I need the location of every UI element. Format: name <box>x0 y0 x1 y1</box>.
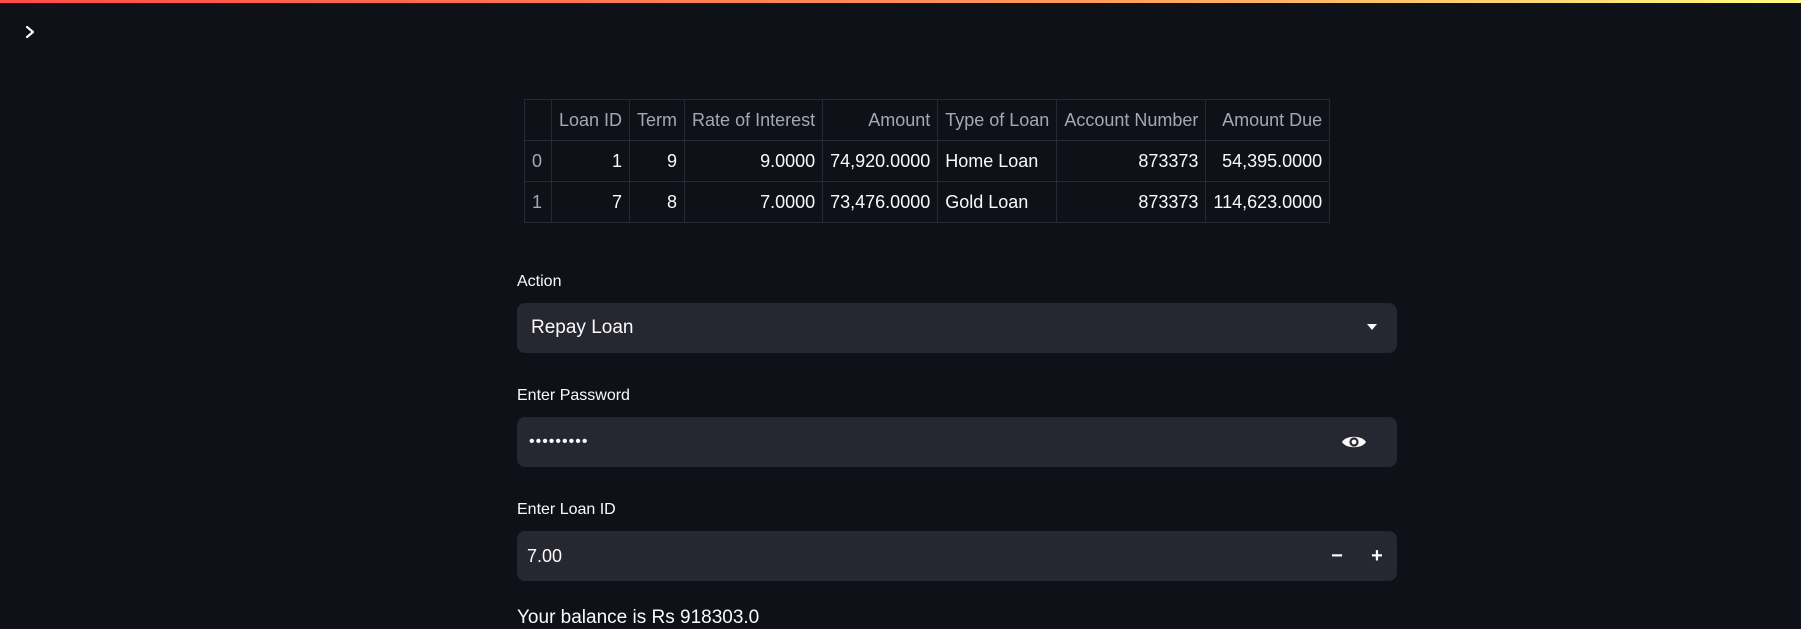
table-cell-amount-due: 54,395.0000 <box>1205 140 1331 182</box>
top-decoration-bar <box>0 0 1801 3</box>
table-cell-rate-of-interest: 7.0000 <box>684 181 824 223</box>
increment-button[interactable]: + <box>1357 531 1397 581</box>
loan-id-number-input[interactable]: 7.00 − + <box>517 531 1397 581</box>
column-header-amount-due[interactable]: Amount Due <box>1205 99 1331 141</box>
action-label: Action <box>517 273 562 290</box>
sidebar-toggle-button[interactable] <box>18 20 42 44</box>
balance-message: Your balance is Rs 918303.0 <box>517 607 760 628</box>
loan-id-value: 7.00 <box>527 545 563 566</box>
column-header-loan-id[interactable]: Loan ID <box>550 99 631 141</box>
password-field-value: ••••••••• <box>529 433 589 450</box>
column-header-term[interactable]: Term <box>629 99 686 141</box>
password-label: Enter Password <box>517 387 630 404</box>
table-cell-amount: 73,476.0000 <box>822 181 939 223</box>
loan-id-label: Enter Loan ID <box>517 501 616 518</box>
loans-table: Loan ID Term Rate of Interest Amount Typ… <box>524 99 1331 223</box>
table-header-row: Loan ID Term Rate of Interest Amount Typ… <box>524 99 1331 141</box>
table-cell-account-number: 873373 <box>1056 140 1207 182</box>
table-cell-account-number: 873373 <box>1056 181 1207 223</box>
table-cell-amount-due: 114,623.0000 <box>1205 181 1331 223</box>
table-cell-type-of-loan: Home Loan <box>937 140 1058 182</box>
caret-down-icon <box>1367 324 1377 330</box>
table-cell-term: 9 <box>629 140 686 182</box>
action-select-value: Repay Loan <box>531 317 634 338</box>
column-header-rate-of-interest[interactable]: Rate of Interest <box>684 99 824 141</box>
table-cell-rate-of-interest: 9.0000 <box>684 140 824 182</box>
table-cell-loan-id: 7 <box>550 181 631 223</box>
table-cell-amount: 74,920.0000 <box>822 140 939 182</box>
decrement-button[interactable]: − <box>1317 531 1357 581</box>
column-header-index <box>524 99 552 141</box>
table-cell-term: 8 <box>629 181 686 223</box>
action-select[interactable]: Repay Loan <box>517 303 1397 353</box>
main-content: Loan ID Term Rate of Interest Amount Typ… <box>517 99 1397 629</box>
table-cell-loan-id: 1 <box>550 140 631 182</box>
column-header-type-of-loan[interactable]: Type of Loan <box>937 99 1058 141</box>
table-cell-index: 0 <box>524 140 552 182</box>
table-row: 0 1 9 9.0000 74,920.0000 Home Loan 87337… <box>524 140 1331 182</box>
password-field[interactable]: ••••••••• <box>517 417 1397 467</box>
table-row: 1 7 8 7.0000 73,476.0000 Gold Loan 87337… <box>524 181 1331 223</box>
table-cell-type-of-loan: Gold Loan <box>937 181 1058 223</box>
chevron-right-icon <box>25 25 35 39</box>
table-cell-index: 1 <box>524 181 552 223</box>
column-header-amount[interactable]: Amount <box>822 99 939 141</box>
eye-icon[interactable] <box>1341 431 1367 453</box>
column-header-account-number[interactable]: Account Number <box>1056 99 1207 141</box>
